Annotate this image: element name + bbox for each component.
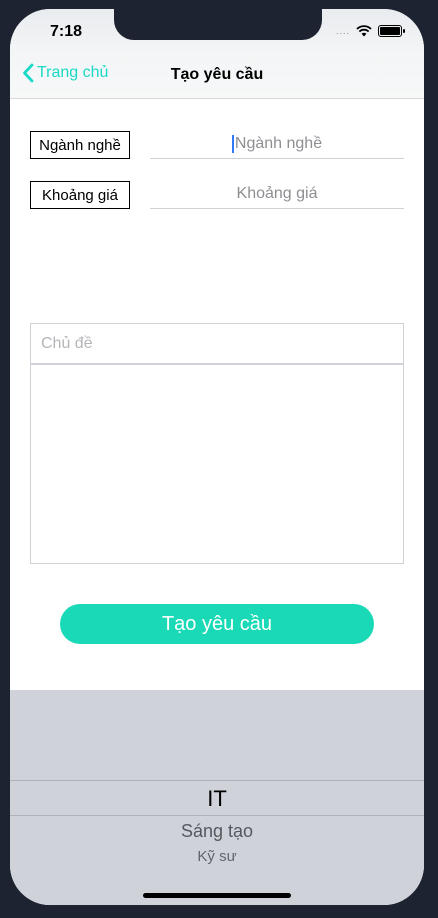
price-range-placeholder: Khoảng giá bbox=[236, 184, 318, 202]
page-title: Tạo yêu cầu bbox=[170, 66, 264, 83]
price-range-input[interactable]: Khoảng giá bbox=[150, 179, 404, 209]
picker-selection-bottom-line bbox=[10, 815, 424, 816]
navigation-bar: Trang chủ Tạo yêu cầu bbox=[10, 53, 424, 99]
app-screen: 7:18 .... Trang chủ Tạo yêu cầu Ngành ng… bbox=[10, 9, 424, 905]
signal-icon: .... bbox=[335, 26, 350, 36]
create-request-button[interactable]: Tạo yêu cầu bbox=[60, 604, 374, 644]
industry-input[interactable]: Ngành nghề bbox=[150, 129, 404, 159]
battery-icon bbox=[378, 25, 405, 37]
status-indicators: .... bbox=[335, 25, 405, 37]
picker-option[interactable]: Sáng tạo bbox=[10, 821, 424, 842]
industry-label: Ngành nghề bbox=[30, 131, 130, 159]
price-range-label: Khoảng giá bbox=[30, 181, 130, 209]
picker-option-selected[interactable]: IT bbox=[10, 786, 424, 812]
text-cursor bbox=[231, 134, 234, 153]
industry-picker[interactable]: IT Sáng tạo Kỹ sư bbox=[10, 690, 424, 905]
subject-input[interactable]: Chủ đề bbox=[30, 323, 404, 364]
battery-level bbox=[380, 27, 400, 35]
picker-selection-top-line bbox=[10, 780, 424, 781]
industry-placeholder: Ngành nghề bbox=[234, 134, 323, 152]
picker-option[interactable]: Kỹ sư bbox=[10, 848, 424, 865]
notch bbox=[114, 9, 322, 40]
home-indicator bbox=[143, 893, 291, 898]
status-time: 7:18 bbox=[50, 23, 83, 40]
subject-placeholder: Chủ đề bbox=[41, 334, 93, 352]
wifi-icon bbox=[356, 25, 372, 37]
content-textarea[interactable] bbox=[30, 364, 404, 564]
